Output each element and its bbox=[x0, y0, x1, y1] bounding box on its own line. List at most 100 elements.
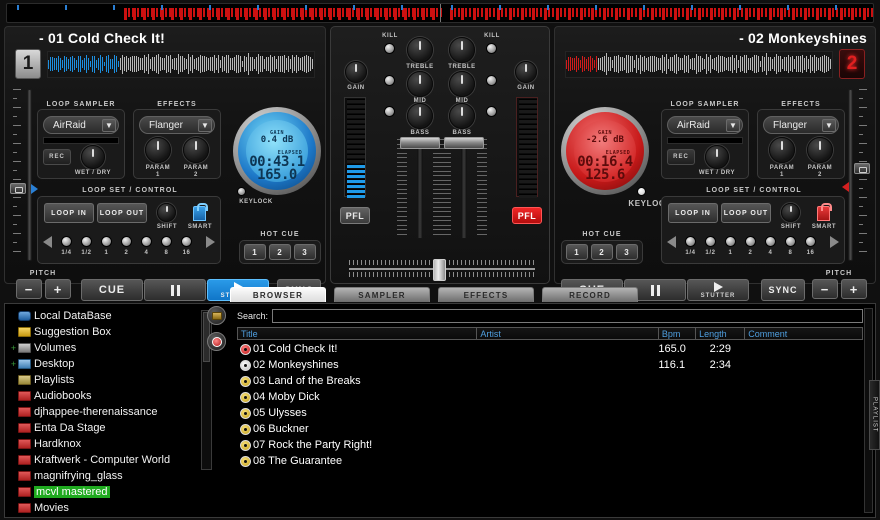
table-row[interactable]: 08 The Guarantee bbox=[237, 453, 863, 469]
loop-next-icon[interactable] bbox=[830, 236, 839, 248]
loop-size-led-8[interactable] bbox=[785, 236, 796, 247]
loop-size-led-4[interactable] bbox=[765, 236, 776, 247]
folder-tree[interactable]: Local DataBaseSuggestion Box+Volumes+Des… bbox=[9, 308, 201, 515]
loop-size-led-1[interactable] bbox=[725, 236, 736, 247]
deck-left-loop-sampler-combo[interactable]: AirRaid ▼ bbox=[43, 116, 119, 134]
mixer-right-volume-handle[interactable] bbox=[444, 137, 484, 149]
tree-item[interactable]: Audiobooks bbox=[9, 388, 201, 404]
deck-left-param1-knob[interactable] bbox=[145, 137, 171, 163]
deck-right-effects-combo[interactable]: Flanger ▼ bbox=[763, 116, 839, 134]
mixer-left-kill-treble-led[interactable] bbox=[384, 43, 395, 54]
chevron-down-icon[interactable]: ▼ bbox=[198, 119, 212, 132]
deck-right-param1-knob[interactable] bbox=[769, 137, 795, 163]
deck-right-stutter-play-button[interactable]: STUTTER bbox=[687, 279, 749, 301]
tree-expander[interactable]: + bbox=[9, 343, 18, 353]
deck-left-wetdry-knob[interactable] bbox=[81, 145, 105, 169]
table-row[interactable]: 03 Land of the Breaks bbox=[237, 373, 863, 389]
deck-right-loop-out-button[interactable]: LOOP OUT bbox=[721, 203, 771, 223]
deck-left-loop-out-button[interactable]: LOOP OUT bbox=[97, 203, 147, 223]
deck-right-pitch-minus[interactable]: − bbox=[812, 279, 838, 299]
tree-item[interactable]: mcvl mastered bbox=[9, 484, 201, 500]
mixer-left-volume-slot[interactable] bbox=[417, 139, 423, 239]
mixer-right-bass-knob[interactable] bbox=[449, 103, 475, 129]
deck-right-wetdry-knob[interactable] bbox=[705, 145, 729, 169]
tab-record[interactable]: RECORD bbox=[542, 287, 638, 302]
deck-left-pitch-plus[interactable]: + bbox=[45, 279, 71, 299]
folder-add-icon[interactable] bbox=[207, 306, 226, 325]
mixer-right-kill-bass-led[interactable] bbox=[486, 106, 497, 117]
mixer-left-kill-bass-led[interactable] bbox=[384, 106, 395, 117]
column-header-comment[interactable]: Comment bbox=[745, 327, 863, 340]
mixer-right-kill-treble-led[interactable] bbox=[486, 43, 497, 54]
mixer-left-bass-knob[interactable] bbox=[407, 103, 433, 129]
table-row[interactable]: 01 Cold Check It!165.02:29 bbox=[237, 341, 863, 357]
tree-item[interactable]: +Desktop bbox=[9, 356, 201, 372]
tree-item[interactable]: Suggestion Box bbox=[9, 324, 201, 340]
table-row[interactable]: 05 Ulysses bbox=[237, 405, 863, 421]
loop-size-led-1-4[interactable] bbox=[685, 236, 696, 247]
tree-item[interactable]: Local DataBase bbox=[9, 308, 201, 324]
mixer-right-treble-knob[interactable] bbox=[449, 37, 475, 63]
search-input[interactable] bbox=[272, 309, 863, 323]
mixer-left-treble-knob[interactable] bbox=[407, 37, 433, 63]
mixer-right-kill-mid-led[interactable] bbox=[486, 75, 497, 86]
deck-left-keylock-led[interactable] bbox=[237, 187, 246, 196]
mixer-left-kill-mid-led[interactable] bbox=[384, 75, 395, 86]
column-header-bpm[interactable]: Bpm bbox=[659, 327, 696, 340]
deck-right-rec-button[interactable]: REC bbox=[667, 149, 695, 165]
chevron-down-icon[interactable]: ▼ bbox=[102, 119, 116, 132]
tree-item[interactable]: Playlists bbox=[9, 372, 201, 388]
crossfader-handle[interactable] bbox=[433, 259, 446, 281]
deck-left-effects-combo[interactable]: Flanger ▼ bbox=[139, 116, 215, 134]
table-row[interactable]: 04 Moby Dick bbox=[237, 389, 863, 405]
loop-size-led-1-2[interactable] bbox=[81, 236, 92, 247]
deck-left-hotcue-3[interactable]: 3 bbox=[294, 244, 316, 260]
column-header-title[interactable]: Title bbox=[237, 327, 477, 340]
crossfader[interactable] bbox=[349, 259, 535, 281]
deck-left-jog-wheel[interactable]: GAIN 0.4 dB ELAPSED 00:43.1 165.0 bbox=[233, 107, 321, 195]
deck-right-hotcue-3[interactable]: 3 bbox=[616, 244, 638, 260]
mixer-left-pfl-button[interactable]: PFL bbox=[340, 207, 370, 224]
deck-right-sync-button[interactable]: SYNC bbox=[761, 279, 805, 301]
deck-left-hotcue-1[interactable]: 1 bbox=[244, 244, 266, 260]
deck-right-jog-wheel[interactable]: GAIN -2.6 dB ELAPSED 00:16.4 125.6 bbox=[561, 107, 649, 195]
deck-right-loop-in-button[interactable]: LOOP IN bbox=[668, 203, 718, 223]
track-list-rows[interactable]: 01 Cold Check It!165.02:2902 Monkeyshine… bbox=[237, 341, 863, 515]
tree-item[interactable]: magnifrying_glass bbox=[9, 468, 201, 484]
deck-right-hotcue-2[interactable]: 2 bbox=[591, 244, 613, 260]
table-row[interactable]: 07 Rock the Party Right! bbox=[237, 437, 863, 453]
deck-left-shift-knob[interactable] bbox=[157, 203, 176, 222]
loop-next-icon[interactable] bbox=[206, 236, 215, 248]
deck-right-smart-lock-icon[interactable] bbox=[817, 206, 830, 221]
deck-right-pitch-plus[interactable]: + bbox=[841, 279, 867, 299]
chevron-down-icon[interactable]: ▼ bbox=[822, 119, 836, 132]
deck-left-smart-lock-icon[interactable] bbox=[193, 206, 206, 221]
loop-size-led-16[interactable] bbox=[805, 236, 816, 247]
deck-right-param2-knob[interactable] bbox=[807, 137, 833, 163]
tab-effects[interactable]: EFFECTS bbox=[438, 287, 534, 302]
deck-right-pitch-slot[interactable] bbox=[848, 89, 853, 261]
tree-item[interactable]: djhappee-therenaissance bbox=[9, 404, 201, 420]
loop-size-led-16[interactable] bbox=[181, 236, 192, 247]
loop-size-led-2[interactable] bbox=[121, 236, 132, 247]
beat-grid-strip[interactable] bbox=[6, 3, 874, 23]
deck-left-loop-in-button[interactable]: LOOP IN bbox=[44, 203, 94, 223]
loop-size-led-1-2[interactable] bbox=[705, 236, 716, 247]
deck-right-keylock-led[interactable] bbox=[637, 187, 646, 196]
deck-left-pitch-slot[interactable] bbox=[27, 89, 32, 261]
mixer-left-gain-knob[interactable] bbox=[345, 61, 367, 83]
deck-left-pitch-handle[interactable] bbox=[10, 183, 26, 194]
mixer-left-volume-handle[interactable] bbox=[400, 137, 440, 149]
tab-browser[interactable]: BROWSER bbox=[230, 287, 326, 302]
column-header-length[interactable]: Length bbox=[696, 327, 745, 340]
tree-item[interactable]: Movies bbox=[9, 500, 201, 515]
tree-item[interactable]: +Volumes bbox=[9, 340, 201, 356]
loop-size-led-2[interactable] bbox=[745, 236, 756, 247]
tree-expander[interactable]: + bbox=[9, 359, 18, 369]
tab-sampler[interactable]: SAMPLER bbox=[334, 287, 430, 302]
deck-left-rec-button[interactable]: REC bbox=[43, 149, 71, 165]
mixer-left-mid-knob[interactable] bbox=[407, 71, 433, 97]
deck-left-hotcue-2[interactable]: 2 bbox=[269, 244, 291, 260]
mixer-right-volume-slot[interactable] bbox=[461, 139, 467, 239]
deck-right-pitch-handle[interactable] bbox=[854, 163, 870, 174]
